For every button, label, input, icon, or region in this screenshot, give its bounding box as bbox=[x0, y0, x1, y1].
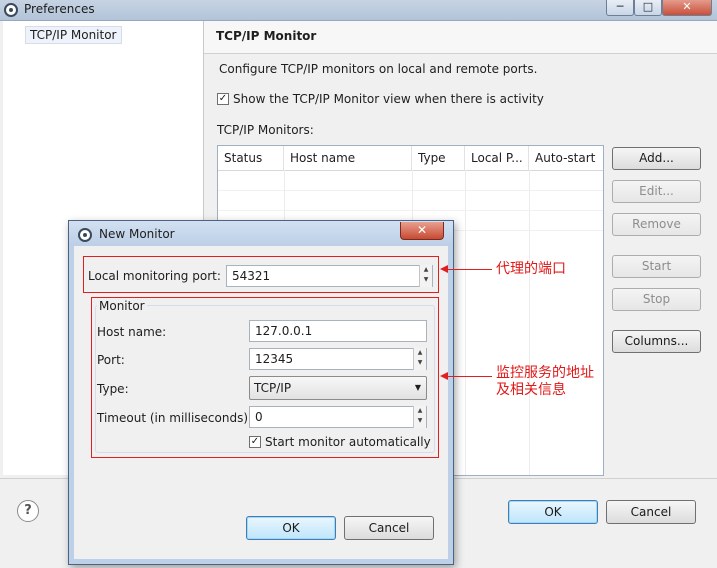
local-port-field[interactable]: 54321 ▲ ▼ bbox=[226, 265, 433, 287]
monitors-label: TCP/IP Monitors: bbox=[217, 123, 314, 137]
start-button[interactable]: Start bbox=[612, 255, 701, 278]
timeout-label: Timeout (in milliseconds): bbox=[97, 411, 253, 425]
preferences-ok-button[interactable]: OK bbox=[508, 500, 598, 524]
stop-button[interactable]: Stop bbox=[612, 288, 701, 311]
annotation-arrow-line bbox=[447, 269, 492, 270]
host-name-label: Host name: bbox=[97, 325, 167, 339]
dropdown-arrow-icon: ▼ bbox=[414, 383, 421, 392]
column-divider bbox=[529, 170, 530, 475]
column-header-auto-start[interactable]: Auto-start bbox=[529, 146, 603, 170]
monitor-group-label: Monitor bbox=[97, 299, 147, 313]
columns-button[interactable]: Columns... bbox=[612, 330, 701, 353]
timeout-spinner[interactable]: ▲ ▼ bbox=[413, 406, 426, 428]
type-value: TCP/IP bbox=[254, 381, 292, 395]
preferences-titlebar: Preferences ─ □ ✕ bbox=[0, 0, 717, 21]
column-header-status[interactable]: Status bbox=[218, 146, 284, 170]
spin-down-icon[interactable]: ▼ bbox=[414, 358, 426, 368]
dialog-body: Local monitoring port: 54321 ▲ ▼ Monitor… bbox=[74, 246, 448, 559]
maximize-button[interactable]: □ bbox=[634, 0, 662, 16]
page-title: TCP/IP Monitor bbox=[216, 29, 317, 43]
app-icon bbox=[4, 3, 18, 17]
show-view-checkbox[interactable]: ✓ bbox=[217, 93, 229, 105]
port-spinner[interactable]: ▲ ▼ bbox=[413, 348, 426, 370]
preferences-cancel-button[interactable]: Cancel bbox=[606, 500, 696, 524]
column-header-type[interactable]: Type bbox=[412, 146, 465, 170]
dialog-ok-button[interactable]: OK bbox=[246, 516, 336, 540]
port-label: Port: bbox=[97, 353, 125, 367]
edit-button[interactable]: Edit... bbox=[612, 180, 701, 203]
new-monitor-dialog: New Monitor ✕ Local monitoring port: 543… bbox=[68, 220, 454, 565]
type-label: Type: bbox=[97, 382, 129, 396]
minimize-button[interactable]: ─ bbox=[606, 0, 634, 16]
window-title: Preferences bbox=[24, 2, 95, 16]
annotation-proxy-port: 代理的端口 bbox=[496, 261, 566, 277]
dialog-title: New Monitor bbox=[99, 227, 175, 241]
column-divider bbox=[465, 170, 466, 475]
add-button[interactable]: Add... bbox=[612, 147, 701, 170]
tree-item-tcpip-monitor[interactable]: TCP/IP Monitor bbox=[25, 26, 122, 44]
local-port-value: 54321 bbox=[232, 269, 271, 283]
help-icon[interactable]: ? bbox=[17, 500, 39, 522]
spin-up-icon[interactable]: ▲ bbox=[414, 348, 426, 358]
remove-button[interactable]: Remove bbox=[612, 213, 701, 236]
start-automatically-label: Start monitor automatically bbox=[265, 435, 431, 449]
row-divider bbox=[218, 190, 603, 191]
show-view-label: Show the TCP/IP Monitor view when there … bbox=[233, 92, 544, 106]
local-port-spinner[interactable]: ▲ ▼ bbox=[419, 265, 432, 287]
spin-down-icon[interactable]: ▼ bbox=[420, 275, 432, 285]
annotation-arrow-line bbox=[447, 376, 492, 377]
spin-up-icon[interactable]: ▲ bbox=[414, 406, 426, 416]
timeout-value: 0 bbox=[255, 410, 263, 424]
close-icon[interactable]: ✕ bbox=[400, 222, 444, 240]
page-header: TCP/IP Monitor bbox=[204, 21, 717, 54]
row-divider bbox=[218, 210, 603, 211]
page-description: Configure TCP/IP monitors on local and r… bbox=[219, 62, 538, 76]
type-select[interactable]: TCP/IP ▼ bbox=[249, 376, 427, 400]
start-automatically-checkbox[interactable]: ✓ bbox=[249, 436, 261, 448]
local-port-label: Local monitoring port: bbox=[88, 269, 221, 283]
column-header-local-port[interactable]: Local P... bbox=[465, 146, 529, 170]
port-value: 12345 bbox=[255, 352, 294, 366]
port-field[interactable]: 12345 ▲ ▼ bbox=[249, 348, 427, 370]
table-header: Status Host name Type Local P... Auto-st… bbox=[218, 146, 603, 171]
annotation-monitored-service-line2: 及相关信息 bbox=[496, 382, 566, 398]
annotation-monitored-service-line1: 监控服务的地址 bbox=[496, 365, 594, 381]
dialog-titlebar: New Monitor ✕ bbox=[69, 221, 453, 246]
column-header-host-name[interactable]: Host name bbox=[284, 146, 412, 170]
spin-down-icon[interactable]: ▼ bbox=[414, 416, 426, 426]
dialog-cancel-button[interactable]: Cancel bbox=[344, 516, 434, 540]
spin-up-icon[interactable]: ▲ bbox=[420, 265, 432, 275]
close-button[interactable]: ✕ bbox=[662, 0, 712, 16]
app-icon bbox=[78, 228, 92, 242]
timeout-field[interactable]: 0 ▲ ▼ bbox=[249, 406, 427, 428]
host-name-field[interactable]: 127.0.0.1 bbox=[249, 320, 427, 342]
